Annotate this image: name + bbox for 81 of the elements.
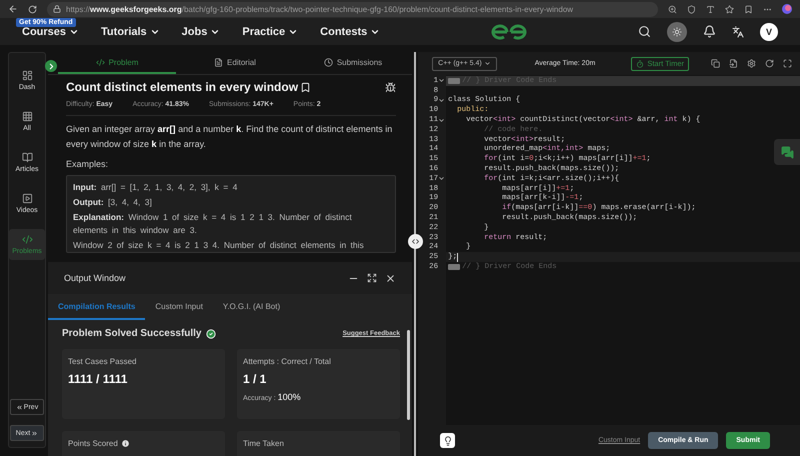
url-text: https://www.geeksforgeeks.org/batch/gfg-160-problems/track/two-pointer-technique-gfg-160/problem/count-distinct-elements-in-every-window <box>66 4 574 14</box>
dashboard-icon <box>22 70 32 81</box>
settings-icon[interactable] <box>747 59 756 68</box>
double-chevron-right-icon <box>31 430 38 436</box>
output-tab[interactable]: Y.O.G.I. (AI Bot) <box>212 294 290 320</box>
book-icon <box>22 152 32 163</box>
document-icon <box>214 58 224 66</box>
fold-caret-icon[interactable] <box>438 96 446 104</box>
hint-button[interactable] <box>440 433 456 448</box>
reset-icon[interactable] <box>765 59 774 68</box>
zoom-icon[interactable] <box>668 4 677 14</box>
code-icon <box>22 234 32 245</box>
lock-icon <box>53 5 61 13</box>
card-label: Time Taken <box>243 439 284 448</box>
avatar[interactable]: V <box>760 22 778 40</box>
double-chevron-left-icon <box>16 404 23 410</box>
output-tab[interactable]: Custom Input <box>145 294 213 320</box>
sun-icon <box>672 26 682 36</box>
star-icon[interactable] <box>725 4 734 14</box>
video-icon <box>22 193 32 204</box>
example-line: Explanation: Window 1 of size k = 4 is 1 2 1 3. Number of distinct elements in this window are 3. <box>73 211 353 237</box>
card-value: 1111 / 1111 <box>68 372 128 386</box>
bug-icon[interactable] <box>385 82 396 92</box>
card-value: 1 / 1 <box>243 372 268 386</box>
fold-marker[interactable] <box>448 264 460 270</box>
nav-menu[interactable]: Contests <box>320 26 380 38</box>
output-window-title: Output Window <box>64 273 127 283</box>
chevron-down-icon <box>484 60 491 67</box>
back-icon[interactable] <box>8 4 18 14</box>
result-status: Problem Solved Successfully <box>62 328 202 339</box>
fold-caret-icon[interactable] <box>438 175 446 182</box>
shield-icon[interactable] <box>687 4 696 14</box>
copilot-icon[interactable] <box>782 4 792 14</box>
info-icon[interactable] <box>120 439 130 448</box>
examples-heading: Examples: <box>66 159 110 169</box>
fullscreen-icon[interactable] <box>783 59 792 68</box>
favorites-icon[interactable] <box>744 4 753 14</box>
problem-tab[interactable]: Submissions <box>294 52 412 74</box>
problem-description: Given an integer array arr[] and a number k. Find the count of distinct elements in every window of size k in the array. <box>66 123 394 151</box>
example-line: Output: [3, 4, 4, 3] <box>73 196 153 209</box>
fold-caret-icon[interactable] <box>438 116 446 124</box>
card-label: Points Scored <box>68 439 118 448</box>
fold-marker[interactable] <box>448 78 460 84</box>
text-cursor <box>457 252 458 262</box>
problem-tab[interactable]: Editorial <box>176 52 294 74</box>
theme-toggle[interactable] <box>666 22 687 42</box>
nav-menu[interactable]: Courses <box>22 26 80 38</box>
close-icon[interactable] <box>385 272 396 284</box>
chat-button[interactable] <box>774 139 800 165</box>
bookmark-icon[interactable] <box>300 82 312 92</box>
nav-menu[interactable]: Practice <box>242 26 298 38</box>
problem-tab[interactable]: Problem <box>58 52 176 74</box>
chat-icon <box>780 146 794 158</box>
file-icon[interactable] <box>729 59 738 68</box>
scrollbar[interactable] <box>407 330 410 420</box>
problem-title: Count distinct elements in every window <box>66 80 298 94</box>
example-line: Input: arr[] = [1, 2, 1, 3, 4, 2, 3], k = 4 <box>73 181 238 194</box>
expand-toggle[interactable] <box>45 60 57 72</box>
translate-icon[interactable] <box>732 26 744 38</box>
reload-icon[interactable] <box>28 4 37 14</box>
timer-icon <box>636 60 644 68</box>
resize-handle[interactable] <box>408 234 423 249</box>
nav-menu[interactable]: Jobs <box>182 26 220 38</box>
code-icon <box>96 58 105 66</box>
left-right-arrows-icon <box>411 237 420 246</box>
clock-icon <box>324 58 333 66</box>
read-aloud-icon[interactable] <box>706 4 715 14</box>
nav-menu[interactable]: Tutorials <box>101 26 160 38</box>
check-icon <box>206 328 216 338</box>
card-label: Test Cases Passed <box>68 357 136 366</box>
logo-icon[interactable] <box>490 24 528 40</box>
expand-icon[interactable] <box>367 273 377 283</box>
bell-icon[interactable] <box>702 25 716 38</box>
example-line: Window 2 of size k = 4 is 2 1 3 4. Number of distinct elements in this <box>73 239 365 252</box>
fold-caret-icon[interactable] <box>438 77 446 84</box>
search-icon[interactable] <box>638 25 651 38</box>
grid-icon <box>22 111 32 122</box>
lightbulb-icon <box>442 436 453 446</box>
card-label: Attempts : Correct / Total <box>243 357 331 366</box>
address-bar[interactable]: https://www.geeksforgeeks.org/batch/gfg-160-problems/track/two-pointer-technique-gfg-160/problem/count-distinct-elements-in-every-window <box>47 2 658 16</box>
copy-icon[interactable] <box>711 59 720 68</box>
